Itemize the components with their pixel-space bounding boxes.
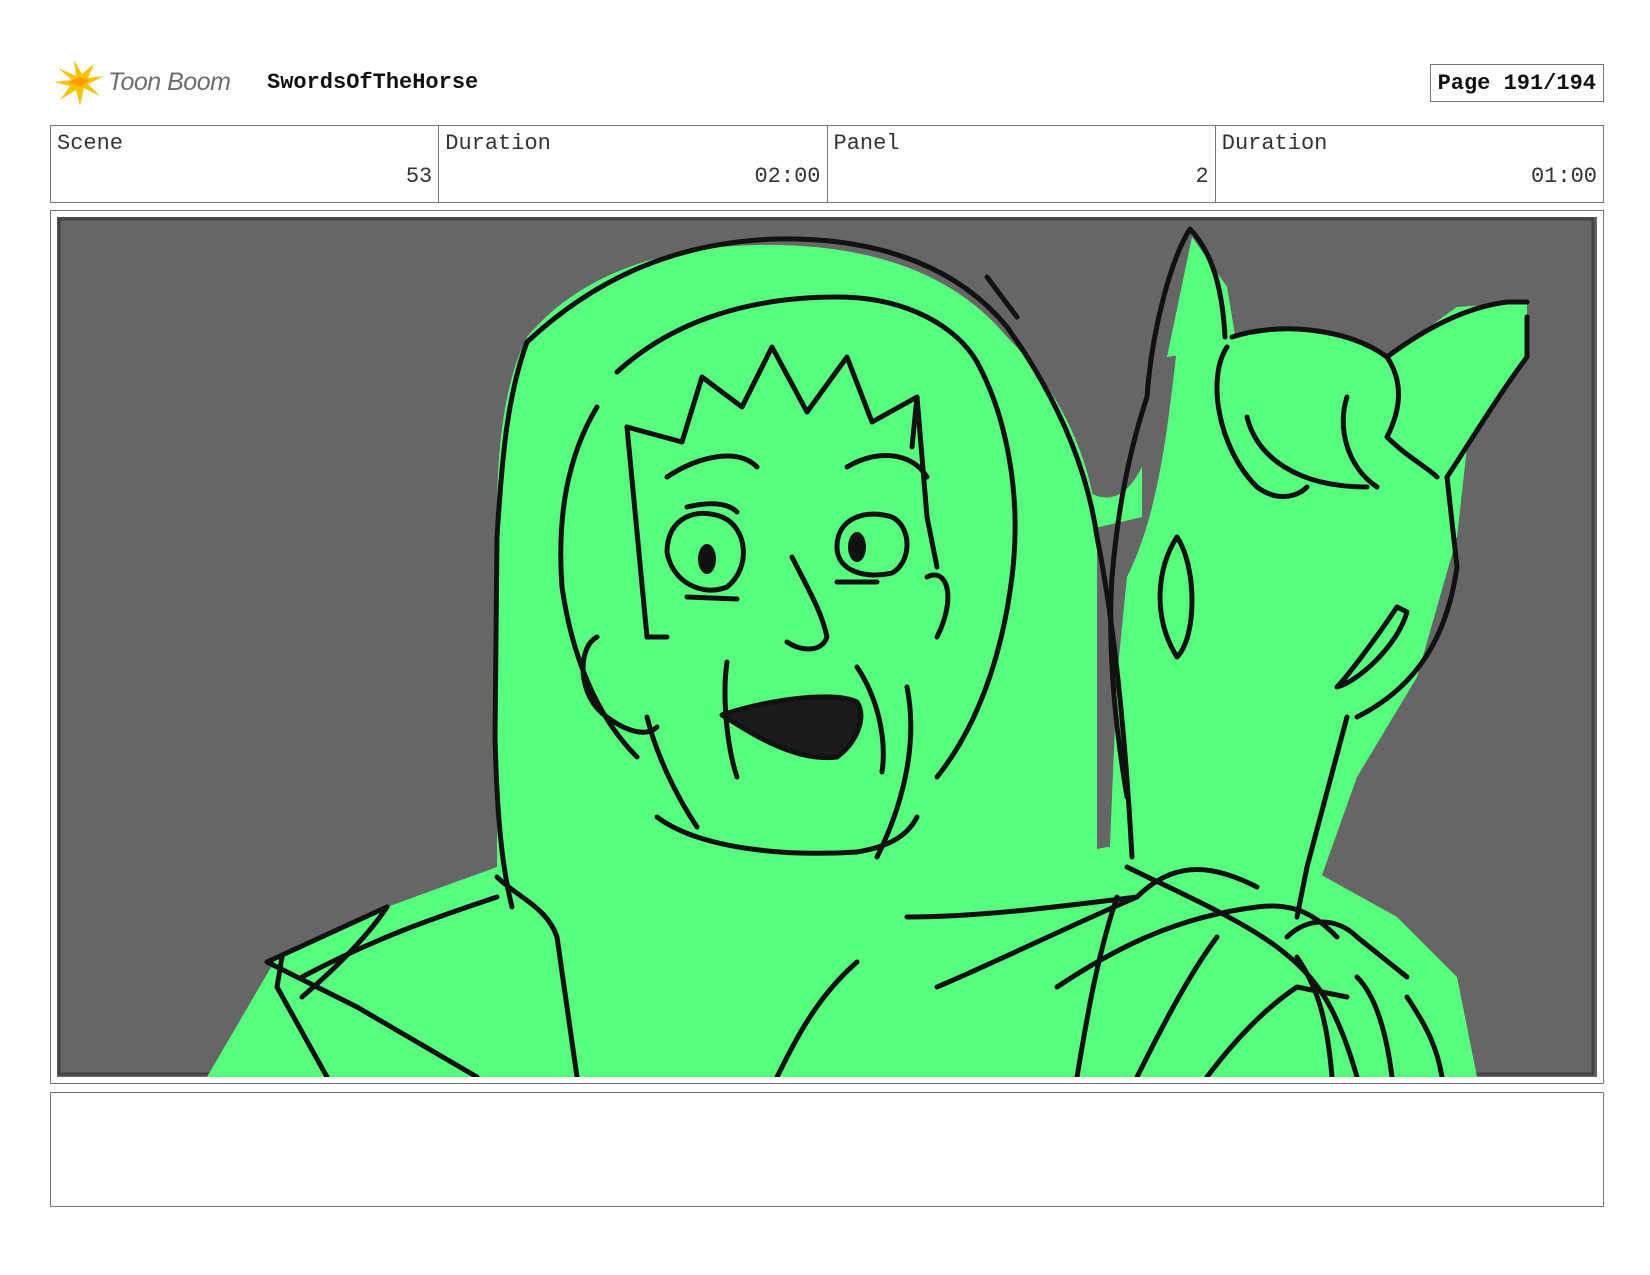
storyboard-panel-frame: [50, 210, 1604, 1084]
project-title: SwordsOfTheHorse: [267, 70, 479, 95]
panel-info-row: Scene 53 Duration 02:00 Panel 2 Duration…: [50, 125, 1604, 203]
scene-duration-value: 02:00: [754, 164, 821, 189]
storyboard-panel-image: [57, 217, 1597, 1077]
logo-text: Toon Boom: [108, 68, 231, 96]
toon-boom-logo: Toon Boom: [50, 58, 250, 108]
scene-cell: Scene 53: [51, 126, 440, 202]
panel-duration-value: 01:00: [1530, 164, 1597, 189]
panel-value: 2: [1195, 164, 1209, 189]
panel-sketch: [57, 217, 1597, 1077]
panel-duration-label: Duration: [1221, 131, 1328, 156]
scene-duration-cell: Duration 02:00: [439, 126, 828, 202]
header: Toon Boom SwordsOfTheHorse Page 191/194: [50, 55, 1604, 111]
scene-value: 53: [405, 164, 433, 189]
panel-duration-cell: Duration 01:00: [1216, 126, 1603, 202]
panel-label: Panel: [833, 131, 900, 156]
scene-label: Scene: [57, 131, 124, 156]
starburst-icon: [54, 60, 104, 106]
panel-notes: [50, 1092, 1604, 1207]
scene-duration-label: Duration: [445, 131, 551, 156]
panel-cell: Panel 2: [828, 126, 1216, 202]
page-indicator: Page 191/194: [1429, 64, 1604, 102]
